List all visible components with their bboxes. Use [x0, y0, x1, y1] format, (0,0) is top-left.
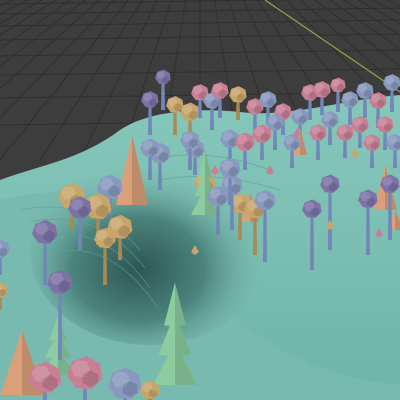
tree-trunk: [310, 215, 314, 270]
tree-trunk: [103, 245, 107, 285]
tree-trunk: [216, 203, 220, 235]
tree-trunk: [383, 130, 387, 150]
scene-canvas[interactable]: [0, 0, 400, 400]
tree-trunk: [363, 96, 367, 118]
tree-trunk: [273, 128, 277, 150]
tree-trunk: [158, 160, 162, 190]
tree-trunk: [348, 105, 352, 125]
tree-trunk: [370, 148, 374, 168]
tree-trunk: [58, 290, 62, 360]
tree-trunk: [290, 148, 294, 168]
tree-trunk: [161, 82, 165, 110]
tree-trunk: [260, 140, 264, 160]
tree-trunk: [320, 95, 324, 115]
tree-trunk: [263, 207, 267, 262]
tree-trunk: [328, 125, 332, 145]
tree-trunk: [253, 215, 257, 255]
tree-trunk: [148, 105, 152, 135]
tree-trunk: [243, 148, 247, 170]
tree-trunk: [343, 138, 347, 158]
3d-viewport[interactable]: [0, 0, 400, 400]
tree-trunk: [228, 175, 232, 205]
tree-trunk: [388, 190, 392, 240]
tree-trunk: [366, 205, 370, 255]
tree-trunk: [148, 154, 152, 180]
tree-trunk: [393, 148, 397, 168]
tree-trunk: [236, 100, 240, 120]
tree-trunk: [173, 110, 177, 135]
tree-trunk: [78, 215, 82, 250]
tree-trunk: [193, 155, 197, 175]
tree-trunk: [316, 138, 320, 160]
tree-trunk: [336, 90, 340, 112]
tree-trunk: [238, 210, 242, 240]
tree-trunk: [188, 146, 192, 170]
tree-trunk: [308, 98, 312, 120]
tree-trunk: [118, 235, 122, 260]
tree-trunk: [198, 98, 202, 118]
tree-trunk: [218, 96, 222, 118]
tree-trunk: [210, 106, 214, 130]
tree-trunk: [358, 130, 362, 148]
tree-trunk: [43, 240, 47, 285]
tree-trunk: [390, 88, 394, 112]
